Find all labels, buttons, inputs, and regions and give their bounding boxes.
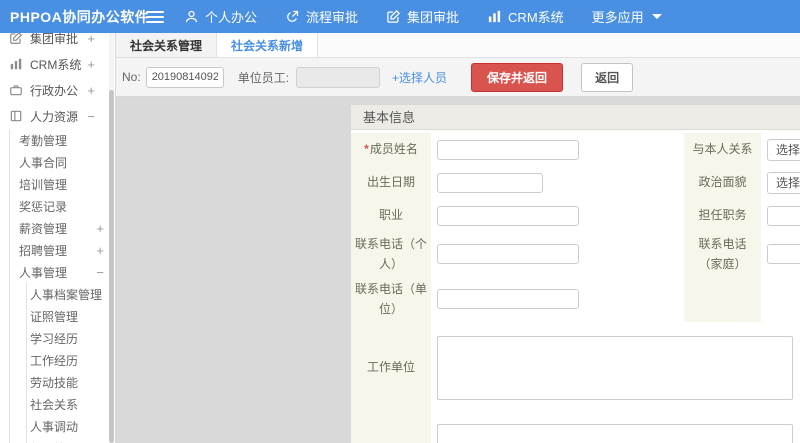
sidebar-item-reinstatement[interactable]: 复职管理 <box>27 437 115 443</box>
expand-icon[interactable]: + <box>96 221 104 236</box>
nav-crm-system[interactable]: CRM系统 <box>481 7 570 26</box>
collapse-icon[interactable]: − <box>87 109 95 124</box>
collapse-icon[interactable]: − <box>96 265 104 280</box>
sidebar-item-work-experience[interactable]: 工作经历 <box>27 349 115 371</box>
nav-group-approval[interactable]: 集团审批 <box>380 7 465 26</box>
flow-icon <box>287 10 299 22</box>
sidebar-item-hr[interactable]: 人力资源 − <box>0 103 115 129</box>
sidebar-item-hr-contract[interactable]: 人事合同 <box>10 151 115 173</box>
sidebar-item-rewards[interactable]: 奖惩记录 <box>10 195 115 217</box>
sidebar-item-label: CRM系统 <box>30 57 82 72</box>
nav-label: 个人办公 <box>205 10 258 25</box>
sidebar-item-skills[interactable]: 劳动技能 <box>27 371 115 393</box>
form-toolbar: No: 单位员工: +选择人员 保存并返回 返回 <box>116 58 800 97</box>
sidebar-item-social-relations[interactable]: 社会关系 <box>27 393 115 415</box>
nav-more-apps[interactable]: 更多应用 <box>586 7 668 26</box>
occupation-input[interactable] <box>437 205 579 226</box>
bar-chart-icon <box>488 10 501 23</box>
personnel-submenu: 人事档案管理 证照管理 学习经历 工作经历 劳动技能 社会关系 人事调动 复职管… <box>26 283 115 443</box>
work-unit-label: 工作单位 <box>351 322 431 412</box>
nav-label: 集团审批 <box>407 10 460 25</box>
top-navbar: PHPOA协同办公软件 个人办公 流程审批 集团审批 CRM系统 更多应用 <box>0 0 800 33</box>
no-label: No: <box>122 70 141 84</box>
edit-square-icon <box>387 9 401 23</box>
phone-work-input[interactable] <box>437 289 579 309</box>
return-button[interactable]: 返回 <box>581 62 634 92</box>
sidebar-item-certificates[interactable]: 证照管理 <box>27 305 115 327</box>
work-unit-textarea[interactable] <box>437 336 793 400</box>
position-label: 担任职务 <box>684 199 761 232</box>
sidebar-item-education[interactable]: 学习经历 <box>27 327 115 349</box>
member-name-input[interactable] <box>437 139 579 160</box>
sidebar-item-label: 集团审批 <box>30 33 79 46</box>
sidebar-item-training[interactable]: 培训管理 <box>10 173 115 195</box>
nav-label: 流程审批 <box>306 10 359 25</box>
nav-label: CRM系统 <box>508 10 564 25</box>
birth-date-label: 出生日期 <box>351 166 431 199</box>
employee-label: 单位员工: <box>237 70 290 85</box>
app-logo: PHPOA协同办公软件 <box>10 8 150 25</box>
phone-personal-input[interactable] <box>437 244 579 264</box>
sidebar-item-label: 人力资源 <box>30 109 79 124</box>
sidebar-item-personnel[interactable]: 人事管理 − <box>10 261 115 283</box>
next-field-textarea[interactable] <box>437 424 793 443</box>
nav-process-approval[interactable]: 流程审批 <box>279 7 364 26</box>
nav-personal-office[interactable]: 个人办公 <box>178 7 263 26</box>
sidebar-item-crm[interactable]: CRM系统 + <box>0 51 115 77</box>
content-area: 基本信息 *成员姓名 与本人关系 选择内容 出生日期 政治面貌 选择内容 <box>116 97 800 443</box>
sidebar-item-label: 行政办公 <box>30 83 79 98</box>
edit-square-icon <box>10 33 23 44</box>
sidebar-item-group-approval[interactable]: 集团审批 + <box>0 33 115 51</box>
birth-date-input[interactable] <box>437 172 543 193</box>
relation-select[interactable]: 选择内容 <box>767 138 800 161</box>
phone-personal-label: 联系电话（个人） <box>351 232 431 276</box>
employee-input[interactable] <box>296 66 381 88</box>
member-name-label: *成员姓名 <box>351 133 431 166</box>
political-label: 政治面貌 <box>684 166 761 199</box>
sidebar: 集团审批 + CRM系统 + 行政办公 + 人力资源 − 考勤管理 人事合同 培… <box>0 33 116 443</box>
bar-chart-icon <box>10 58 22 70</box>
caret-down-icon <box>651 14 662 19</box>
user-icon <box>185 10 198 23</box>
relation-label: 与本人关系 <box>684 133 761 166</box>
section-title: 基本信息 <box>351 105 800 130</box>
sidebar-item-admin-office[interactable]: 行政办公 + <box>0 77 115 103</box>
sidebar-item-recruitment[interactable]: 招聘管理 + <box>10 239 115 261</box>
expand-icon[interactable]: + <box>96 243 104 258</box>
select-person-link[interactable]: +选择人员 <box>392 69 447 86</box>
sidebar-item-personnel-files[interactable]: 人事档案管理 <box>27 283 115 305</box>
required-mark: * <box>364 142 369 157</box>
hr-submenu: 考勤管理 人事合同 培训管理 奖惩记录 薪资管理 + 招聘管理 + 人事管理 −… <box>9 129 115 443</box>
save-and-return-button[interactable]: 保存并返回 <box>471 62 564 92</box>
phone-work-label: 联系电话（单位） <box>351 276 431 322</box>
sidebar-item-salary[interactable]: 薪资管理 + <box>10 217 115 239</box>
occupation-label: 职业 <box>351 199 431 232</box>
expand-icon[interactable]: + <box>87 33 95 46</box>
menu-toggle-icon[interactable] <box>146 8 164 26</box>
phone-home-input[interactable] <box>767 244 800 264</box>
political-select[interactable]: 选择内容 <box>767 171 800 194</box>
phone-home-label: 联系电话（家庭） <box>684 232 761 276</box>
briefcase-icon <box>10 85 22 96</box>
position-input[interactable] <box>767 205 800 226</box>
empty-label-cell <box>684 276 761 322</box>
tab-bar: 社会关系管理 社会关系新增 <box>116 33 800 58</box>
sidebar-item-personnel-transfer[interactable]: 人事调动 <box>27 415 115 437</box>
nav-label: 更多应用 <box>591 10 644 25</box>
expand-icon[interactable]: + <box>87 83 95 98</box>
expand-icon[interactable]: + <box>87 57 95 72</box>
tab-social-relations-new[interactable]: 社会关系新增 <box>217 33 319 57</box>
book-icon <box>10 110 22 122</box>
empty-label-cell <box>351 412 431 443</box>
no-input[interactable] <box>145 66 224 88</box>
sidebar-scrollbar-thumb[interactable] <box>109 90 114 443</box>
sidebar-item-attendance[interactable]: 考勤管理 <box>10 129 115 151</box>
basic-info-form: 基本信息 *成员姓名 与本人关系 选择内容 出生日期 政治面貌 选择内容 <box>351 105 800 443</box>
tab-social-relations-manage[interactable]: 社会关系管理 <box>116 33 218 57</box>
